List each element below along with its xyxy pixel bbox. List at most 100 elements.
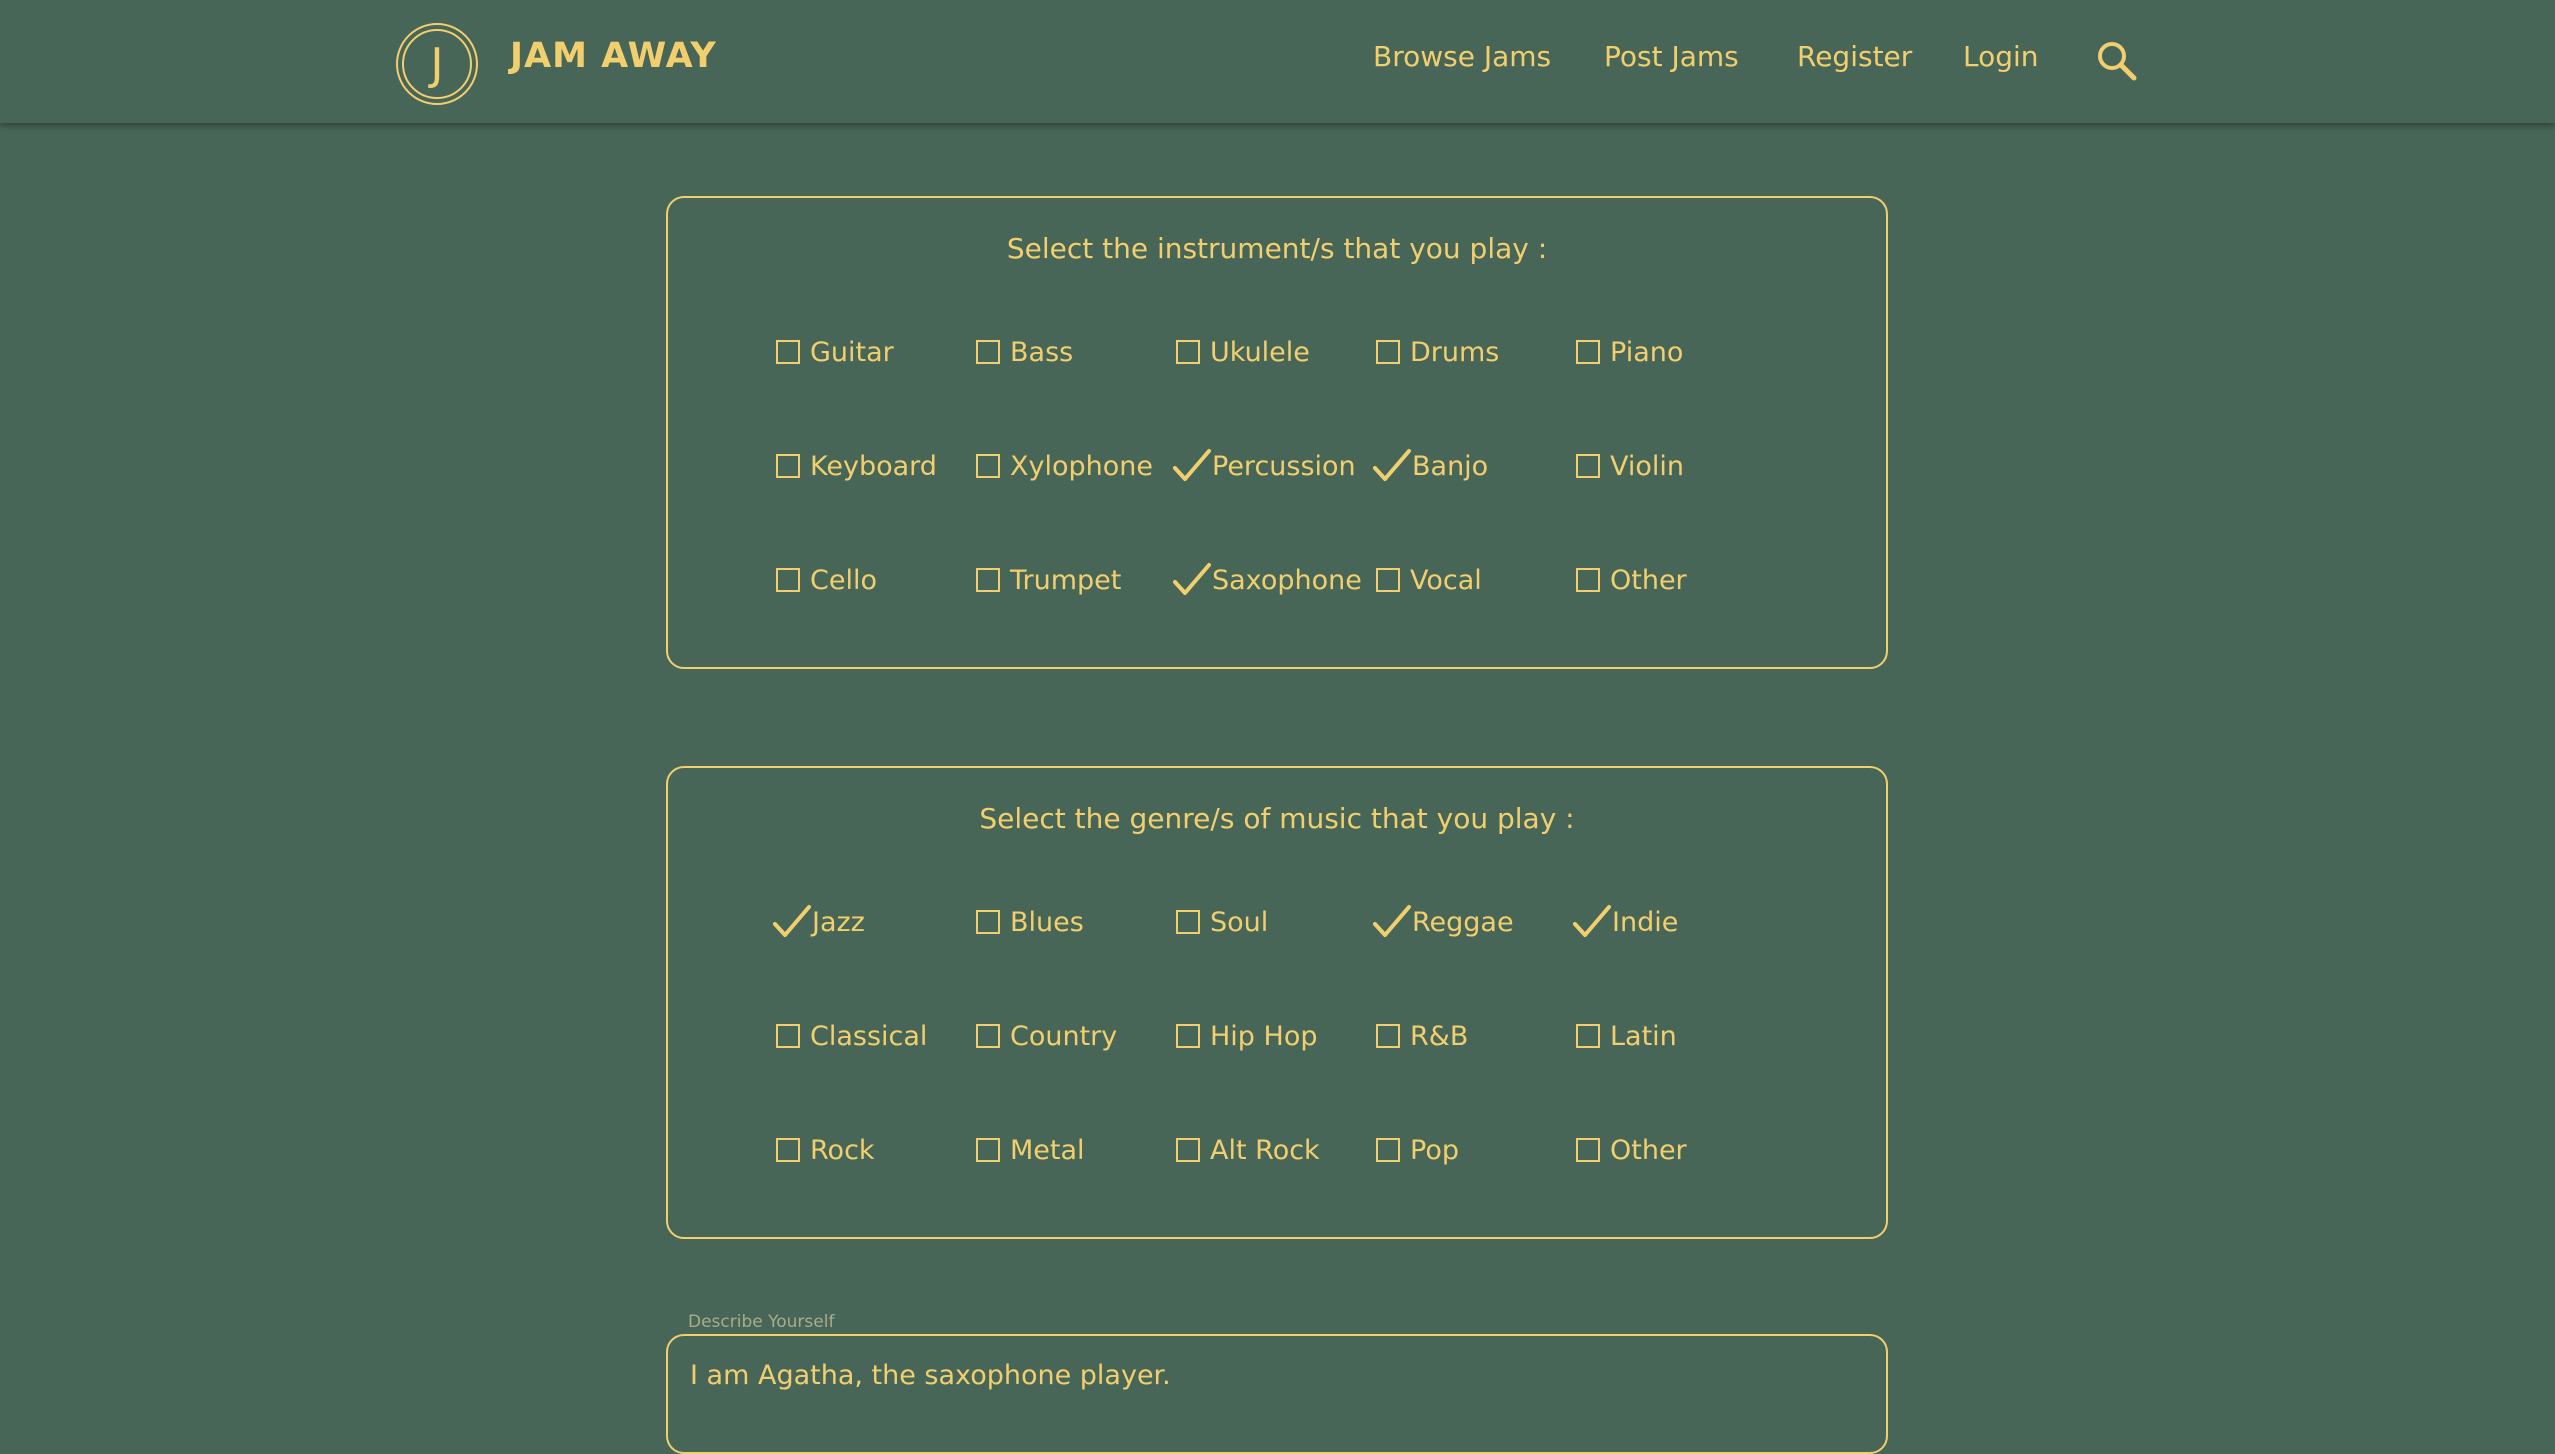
checkbox[interactable] [1176, 340, 1200, 364]
genres-option-label: Latin [1610, 1020, 1677, 1052]
genres-title: Select the genre/s of music that you pla… [979, 802, 1575, 835]
instruments-option-label: Saxophone [1212, 564, 1362, 596]
instruments-option-cello[interactable]: Cello [774, 560, 877, 600]
instruments-option-label: Drums [1410, 336, 1500, 368]
genres-option-jazz[interactable]: Jazz [772, 902, 865, 942]
genres-option-label: Country [1010, 1020, 1118, 1052]
genres-option-hip-hop[interactable]: Hip Hop [1174, 1016, 1318, 1056]
genres-option-label: Rock [810, 1134, 875, 1166]
instruments-option-label: Other [1610, 564, 1687, 596]
instruments-option-bass[interactable]: Bass [974, 332, 1073, 372]
top-nav-bar: J JAM AWAY Browse Jams Post Jams Registe… [0, 0, 2555, 123]
genres-option-label: Hip Hop [1210, 1020, 1318, 1052]
checkmark-icon[interactable] [1372, 904, 1412, 940]
instruments-option-label: Guitar [810, 336, 894, 368]
checkmark-icon[interactable] [1372, 448, 1412, 484]
checkbox[interactable] [976, 910, 1000, 934]
instruments-option-saxophone[interactable]: Saxophone [1172, 560, 1362, 600]
checkbox[interactable] [1176, 1024, 1200, 1048]
checkbox[interactable] [976, 1024, 1000, 1048]
checkbox[interactable] [1576, 568, 1600, 592]
instruments-option-label: Keyboard [810, 450, 937, 482]
search-icon[interactable] [2096, 40, 2138, 82]
nav-register[interactable]: Register [1797, 40, 1912, 73]
instruments-option-other[interactable]: Other [1574, 560, 1687, 600]
checkmark-icon[interactable] [1572, 904, 1612, 940]
instruments-title: Select the instrument/s that you play : [1006, 232, 1548, 265]
checkbox[interactable] [976, 1138, 1000, 1162]
genres-option-label: Classical [810, 1020, 928, 1052]
genres-option-classical[interactable]: Classical [774, 1016, 927, 1056]
genres-option-indie[interactable]: Indie [1572, 902, 1679, 942]
instruments-option-percussion[interactable]: Percussion [1172, 446, 1356, 486]
logo-letter: J [430, 38, 444, 90]
instruments-option-label: Xylophone [1010, 450, 1153, 482]
checkbox[interactable] [776, 1024, 800, 1048]
genres-option-label: Pop [1410, 1134, 1459, 1166]
instruments-option-label: Violin [1610, 450, 1685, 482]
instruments-option-banjo[interactable]: Banjo [1372, 446, 1489, 486]
checkmark-icon[interactable] [1172, 448, 1212, 484]
instruments-option-keyboard[interactable]: Keyboard [774, 446, 937, 486]
instruments-option-label: Banjo [1412, 450, 1489, 482]
instruments-option-label: Ukulele [1210, 336, 1310, 368]
genres-option-latin[interactable]: Latin [1574, 1016, 1677, 1056]
checkbox[interactable] [1376, 340, 1400, 364]
genres-option-soul[interactable]: Soul [1174, 902, 1268, 942]
checkbox[interactable] [1176, 1138, 1200, 1162]
checkbox[interactable] [776, 340, 800, 364]
nav-post-jams[interactable]: Post Jams [1604, 40, 1739, 73]
checkbox[interactable] [976, 568, 1000, 592]
genres-option-label: R&B [1410, 1020, 1469, 1052]
logo[interactable]: J [396, 23, 478, 105]
genres-option-alt-rock[interactable]: Alt Rock [1174, 1130, 1320, 1170]
checkbox[interactable] [1376, 1138, 1400, 1162]
describe-yourself-textarea[interactable]: I am Agatha, the saxophone player. [666, 1334, 1888, 1454]
nav-login[interactable]: Login [1963, 40, 2039, 73]
instruments-option-label: Piano [1610, 336, 1684, 368]
instruments-option-trumpet[interactable]: Trumpet [974, 560, 1121, 600]
nav-browse-jams[interactable]: Browse Jams [1373, 40, 1551, 73]
checkbox[interactable] [1576, 340, 1600, 364]
instruments-option-ukulele[interactable]: Ukulele [1174, 332, 1310, 372]
checkbox[interactable] [1576, 1024, 1600, 1048]
brand-name[interactable]: JAM AWAY [510, 36, 717, 76]
genres-option-metal[interactable]: Metal [974, 1130, 1085, 1170]
instruments-option-label: Vocal [1410, 564, 1482, 596]
checkbox[interactable] [976, 340, 1000, 364]
genres-option-pop[interactable]: Pop [1374, 1130, 1459, 1170]
checkmark-icon[interactable] [772, 904, 812, 940]
instruments-option-label: Trumpet [1010, 564, 1122, 596]
checkbox[interactable] [1376, 568, 1400, 592]
instruments-option-xylophone[interactable]: Xylophone [974, 446, 1153, 486]
checkbox[interactable] [1176, 910, 1200, 934]
instruments-option-label: Percussion [1212, 450, 1356, 482]
genres-option-label: Reggae [1412, 906, 1514, 938]
instruments-option-piano[interactable]: Piano [1574, 332, 1683, 372]
genres-option-label: Indie [1612, 906, 1679, 938]
genres-option-rock[interactable]: Rock [774, 1130, 875, 1170]
instruments-option-guitar[interactable]: Guitar [774, 332, 894, 372]
checkbox[interactable] [1376, 1024, 1400, 1048]
genres-option-label: Alt Rock [1210, 1134, 1320, 1166]
checkmark-icon[interactable] [1172, 562, 1212, 598]
genres-option-randb[interactable]: R&B [1374, 1016, 1468, 1056]
genres-option-reggae[interactable]: Reggae [1372, 902, 1514, 942]
checkbox[interactable] [976, 454, 1000, 478]
checkbox[interactable] [776, 454, 800, 478]
instruments-option-label: Bass [1010, 336, 1074, 368]
checkbox[interactable] [776, 1138, 800, 1162]
instruments-option-violin[interactable]: Violin [1574, 446, 1684, 486]
genres-option-blues[interactable]: Blues [974, 902, 1084, 942]
genres-option-other[interactable]: Other [1574, 1130, 1687, 1170]
checkbox[interactable] [776, 568, 800, 592]
instruments-option-vocal[interactable]: Vocal [1374, 560, 1482, 600]
instruments-option-drums[interactable]: Drums [1374, 332, 1499, 372]
instruments-option-label: Cello [810, 564, 877, 596]
genres-option-label: Soul [1210, 906, 1269, 938]
genres-panel: Select the genre/s of music that you pla… [666, 766, 1888, 1239]
checkbox[interactable] [1576, 454, 1600, 478]
instruments-panel: Select the instrument/s that you play : … [666, 196, 1888, 669]
checkbox[interactable] [1576, 1138, 1600, 1162]
genres-option-country[interactable]: Country [974, 1016, 1117, 1056]
